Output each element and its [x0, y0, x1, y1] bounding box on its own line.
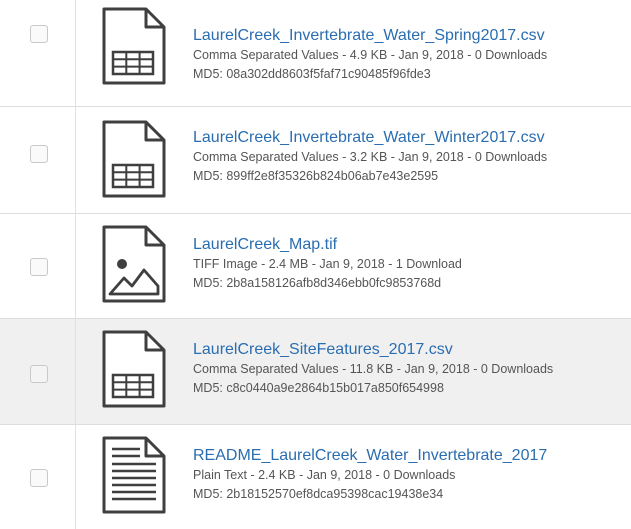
checkbox-cell [0, 0, 76, 106]
file-row: LaurelCreek_Invertebrate_Water_Spring201… [0, 0, 631, 107]
file-md5: MD5: 2b18152570ef8dca95398cac19438e34 [193, 487, 444, 501]
spreadsheet-file-icon [102, 120, 166, 198]
file-select-checkbox[interactable] [30, 258, 48, 276]
file-select-checkbox[interactable] [30, 469, 48, 487]
file-meta: Comma Separated Values - 3.2 KB - Jan 9,… [193, 150, 548, 164]
file-meta: Comma Separated Values - 11.8 KB - Jan 9… [193, 362, 554, 376]
file-select-checkbox[interactable] [30, 25, 48, 43]
checkbox-cell [0, 425, 76, 529]
file-row: README_LaurelCreek_Water_Invertebrate_20… [0, 425, 631, 529]
file-name-link[interactable]: LaurelCreek_Invertebrate_Water_Winter201… [193, 128, 547, 148]
file-list: LaurelCreek_Invertebrate_Water_Spring201… [0, 0, 631, 529]
file-row: LaurelCreek_Invertebrate_Water_Winter201… [0, 107, 631, 214]
checkbox-cell [0, 319, 76, 424]
image-file-icon [102, 225, 166, 303]
checkbox-cell [0, 107, 76, 213]
file-meta: Plain Text - 2.4 KB - Jan 9, 2018 - 0 Do… [193, 468, 456, 482]
checkbox-cell [0, 214, 76, 318]
file-select-checkbox[interactable] [30, 145, 48, 163]
file-meta: Comma Separated Values - 4.9 KB - Jan 9,… [193, 48, 548, 62]
spreadsheet-file-icon [102, 7, 166, 85]
file-md5: MD5: c8c0440a9e2864b15b017a850f654998 [193, 381, 444, 395]
file-meta: TIFF Image - 2.4 MB - Jan 9, 2018 - 1 Do… [193, 257, 462, 271]
file-row: LaurelCreek_SiteFeatures_2017.csv Comma … [0, 319, 631, 425]
file-md5: MD5: 08a302dd8603f5faf71c90485f96fde3 [193, 67, 431, 81]
file-name-link[interactable]: LaurelCreek_Invertebrate_Water_Spring201… [193, 26, 547, 46]
file-name-link[interactable]: LaurelCreek_SiteFeatures_2017.csv [193, 340, 553, 360]
file-name-link[interactable]: LaurelCreek_Map.tif [193, 235, 462, 255]
file-select-checkbox[interactable] [30, 365, 48, 383]
spreadsheet-file-icon [102, 330, 166, 408]
file-md5: MD5: 2b8a158126afb8d346ebb0fc9853768d [193, 276, 442, 290]
text-file-icon [102, 436, 166, 514]
file-row: LaurelCreek_Map.tif TIFF Image - 2.4 MB … [0, 214, 631, 319]
file-name-link[interactable]: README_LaurelCreek_Water_Invertebrate_20… [193, 446, 547, 466]
file-md5: MD5: 899ff2e8f35326b824b06ab7e43e2595 [193, 169, 439, 183]
